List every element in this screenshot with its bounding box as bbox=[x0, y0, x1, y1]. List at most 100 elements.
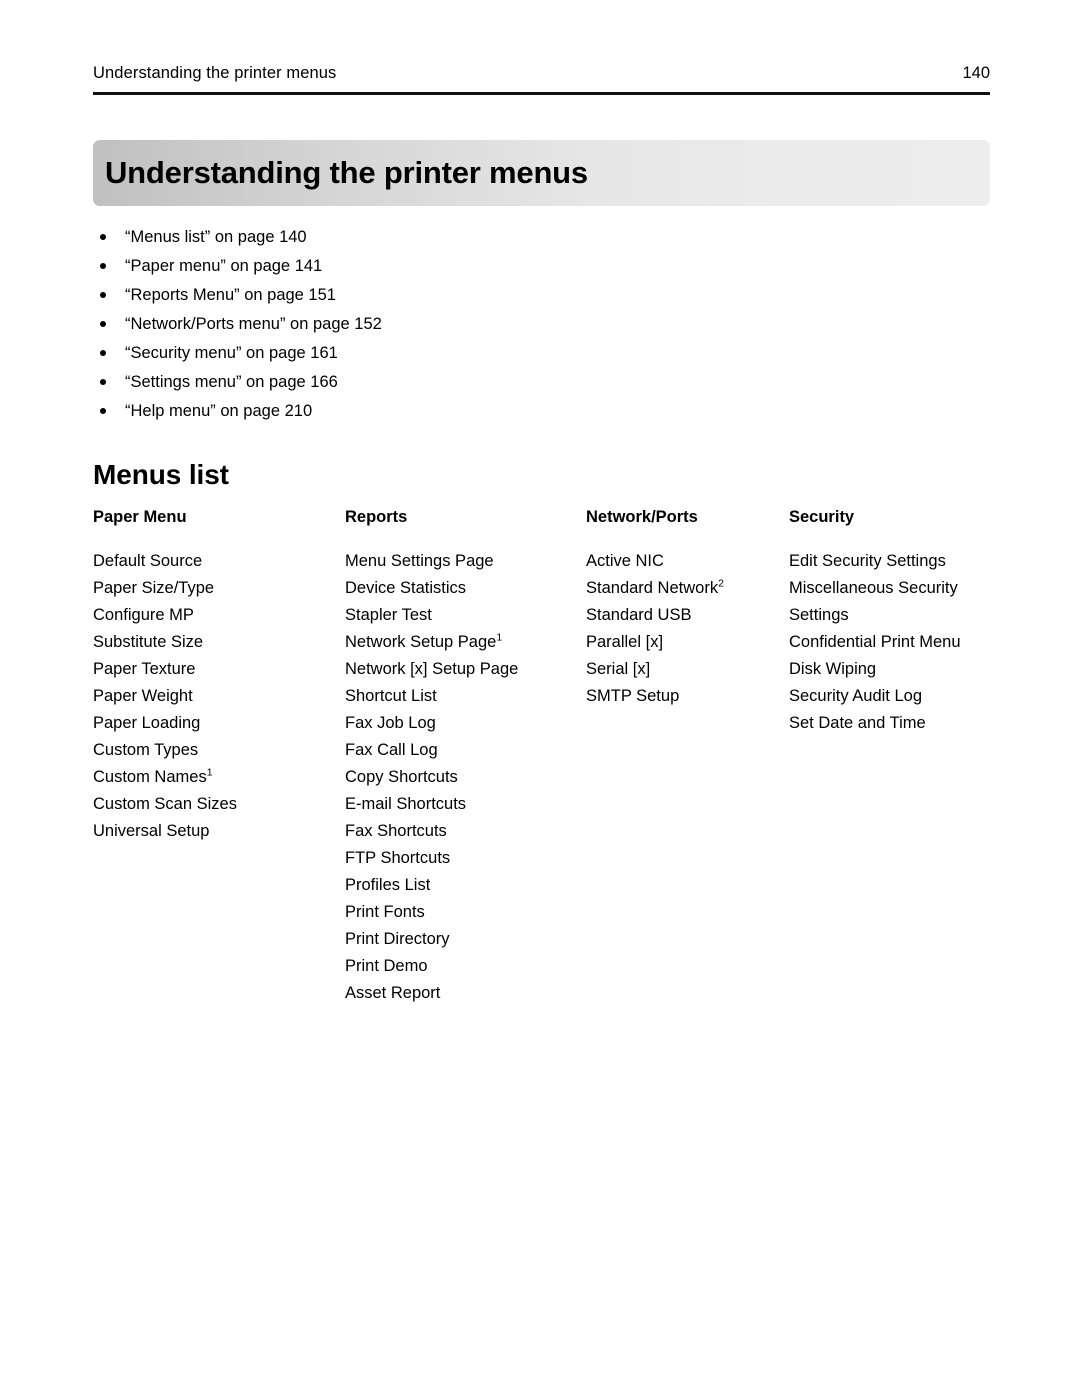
toc-link-label: “Settings menu” on page 166 bbox=[125, 373, 338, 391]
menu-item-label: Asset Report bbox=[345, 984, 441, 1002]
menu-item-label: Paper Texture bbox=[93, 660, 196, 678]
running-header-page-number: 140 bbox=[962, 64, 990, 82]
menu-item[interactable]: Active NIC bbox=[586, 548, 789, 575]
menu-item[interactable]: Print Directory bbox=[345, 926, 586, 953]
menu-item[interactable]: Miscellaneous Security Settings bbox=[789, 575, 993, 629]
menu-item-label: Confidential Print Menu bbox=[789, 633, 961, 651]
menu-column-header: Paper Menu bbox=[93, 508, 187, 526]
menu-item-label: Standard USB bbox=[586, 606, 692, 624]
menu-item[interactable]: Universal Setup bbox=[93, 818, 345, 845]
menu-item-label: Print Demo bbox=[345, 957, 428, 975]
menu-item-label: Print Directory bbox=[345, 930, 450, 948]
menu-item-label: Miscellaneous Security Settings bbox=[789, 579, 958, 624]
menu-column-items: Edit Security Settings Miscellaneous Secu… bbox=[789, 548, 993, 737]
menu-item[interactable]: Edit Security Settings bbox=[789, 548, 993, 575]
menu-item[interactable]: Standard Network2 bbox=[586, 575, 789, 602]
menu-item[interactable]: Device Statistics bbox=[345, 575, 586, 602]
menu-item-label: Network Setup Page bbox=[345, 633, 497, 651]
menu-item[interactable]: Serial [x] bbox=[586, 656, 789, 683]
bullet-dot-icon bbox=[100, 350, 106, 356]
toc-link-item[interactable]: “Help menu” on page 210 bbox=[99, 397, 799, 426]
menu-item-label: Stapler Test bbox=[345, 606, 432, 624]
bullet-dot-icon bbox=[100, 321, 106, 327]
menu-item[interactable]: Print Demo bbox=[345, 953, 586, 980]
menu-item-label: Substitute Size bbox=[93, 633, 204, 651]
menu-item[interactable]: FTP Shortcuts bbox=[345, 845, 586, 872]
menu-item-label: Default Source bbox=[93, 552, 203, 570]
menu-item[interactable]: Network Setup Page1 bbox=[345, 629, 586, 656]
menu-item[interactable]: Standard USB bbox=[586, 602, 789, 629]
menu-item[interactable]: Print Fonts bbox=[345, 899, 586, 926]
menu-column: Reports Menu Settings Page Device Statisti… bbox=[345, 507, 586, 1007]
toc-link-item[interactable]: “Reports Menu” on page 151 bbox=[99, 281, 799, 310]
menu-item[interactable]: Asset Report bbox=[345, 980, 586, 1007]
menu-item-label: Set Date and Time bbox=[789, 714, 926, 732]
menu-item[interactable]: Paper Weight bbox=[93, 683, 345, 710]
menu-column: Paper Menu Default Source Paper Size/Type C… bbox=[93, 507, 345, 845]
menu-item[interactable]: Set Date and Time bbox=[789, 710, 993, 737]
menu-item[interactable]: Custom Types bbox=[93, 737, 345, 764]
header-divider-rule bbox=[93, 92, 990, 95]
menu-item[interactable]: Paper Loading bbox=[93, 710, 345, 737]
menu-item[interactable]: Stapler Test bbox=[345, 602, 586, 629]
chapter-toc-list: “Menus list” on page 140 “Paper menu” on … bbox=[99, 223, 799, 426]
menu-column-items: Default Source Paper Size/Type Configure M… bbox=[93, 548, 345, 845]
menu-item-label: Configure MP bbox=[93, 606, 194, 624]
menu-item[interactable]: Default Source bbox=[93, 548, 345, 575]
footnote-marker: 2 bbox=[718, 577, 724, 590]
menu-item-label: Copy Shortcuts bbox=[345, 768, 458, 786]
menu-item-label: Security Audit Log bbox=[789, 687, 922, 705]
bullet-dot-icon bbox=[100, 263, 106, 269]
menu-item[interactable]: Substitute Size bbox=[93, 629, 345, 656]
menu-item[interactable]: Menu Settings Page bbox=[345, 548, 586, 575]
menu-item-label: Disk Wiping bbox=[789, 660, 877, 678]
footnote-marker: 1 bbox=[496, 631, 503, 644]
menu-item-label: Paper Size/Type bbox=[93, 579, 215, 597]
menu-item[interactable]: Parallel [x] bbox=[586, 629, 789, 656]
toc-link-label: “Paper menu” on page 141 bbox=[125, 257, 323, 275]
menu-item[interactable]: Fax Shortcuts bbox=[345, 818, 586, 845]
menu-item[interactable]: SMTP Setup bbox=[586, 683, 789, 710]
menu-item[interactable]: Disk Wiping bbox=[789, 656, 993, 683]
menu-column-items: Menu Settings Page Device Statistics Stapl… bbox=[345, 548, 586, 1007]
toc-link-item[interactable]: “Menus list” on page 140 bbox=[99, 223, 799, 252]
running-header: Understanding the printer menus 140 bbox=[93, 64, 990, 83]
menu-item[interactable]: Network [x] Setup Page bbox=[345, 656, 586, 683]
bullet-dot-icon bbox=[100, 292, 106, 298]
toc-link-label: “Network/Ports menu” on page 152 bbox=[125, 315, 382, 333]
menu-item[interactable]: E-mail Shortcuts bbox=[345, 791, 586, 818]
document-page: Understanding the printer menus 140 Unde… bbox=[0, 0, 1080, 1397]
toc-link-item[interactable]: “Security menu” on page 161 bbox=[99, 339, 799, 368]
menu-item[interactable]: Paper Size/Type bbox=[93, 575, 345, 602]
menu-item[interactable]: Custom Scan Sizes bbox=[93, 791, 345, 818]
running-header-title: Understanding the printer menus bbox=[93, 64, 337, 82]
menu-item-label: SMTP Setup bbox=[586, 687, 680, 705]
menu-column: Security Edit Security Settings Miscellane… bbox=[789, 507, 993, 737]
menu-item-label: Shortcut List bbox=[345, 687, 437, 705]
menu-item-label: FTP Shortcuts bbox=[345, 849, 451, 867]
menu-item[interactable]: Copy Shortcuts bbox=[345, 764, 586, 791]
menu-item[interactable]: Paper Texture bbox=[93, 656, 345, 683]
menu-item-label: Active NIC bbox=[586, 552, 664, 570]
menu-item[interactable]: Security Audit Log bbox=[789, 683, 993, 710]
menu-item-label: Universal Setup bbox=[93, 822, 210, 840]
menu-item[interactable]: Profiles List bbox=[345, 872, 586, 899]
menu-item-label: Network [x] Setup Page bbox=[345, 660, 519, 678]
menu-item-label: Menu Settings Page bbox=[345, 552, 494, 570]
menu-item[interactable]: Confidential Print Menu bbox=[789, 629, 993, 656]
menu-item[interactable]: Fax Job Log bbox=[345, 710, 586, 737]
menu-column-header: Security bbox=[789, 508, 855, 526]
toc-link-item[interactable]: “Network/Ports menu” on page 152 bbox=[99, 310, 799, 339]
bullet-dot-icon bbox=[100, 379, 106, 385]
menu-item-label: Device Statistics bbox=[345, 579, 467, 597]
menus-list-table: Paper Menu Default Source Paper Size/Type C… bbox=[93, 507, 993, 1007]
menu-item-label: E-mail Shortcuts bbox=[345, 795, 467, 813]
toc-link-item[interactable]: “Paper menu” on page 141 bbox=[99, 252, 799, 281]
menu-item[interactable]: Shortcut List bbox=[345, 683, 586, 710]
footnote-marker: 1 bbox=[206, 766, 213, 779]
toc-link-item[interactable]: “Settings menu” on page 166 bbox=[99, 368, 799, 397]
menu-item-label: Custom Scan Sizes bbox=[93, 795, 237, 813]
menu-item[interactable]: Fax Call Log bbox=[345, 737, 586, 764]
menu-item[interactable]: Configure MP bbox=[93, 602, 345, 629]
menu-item[interactable]: Custom Names1 bbox=[93, 764, 345, 791]
